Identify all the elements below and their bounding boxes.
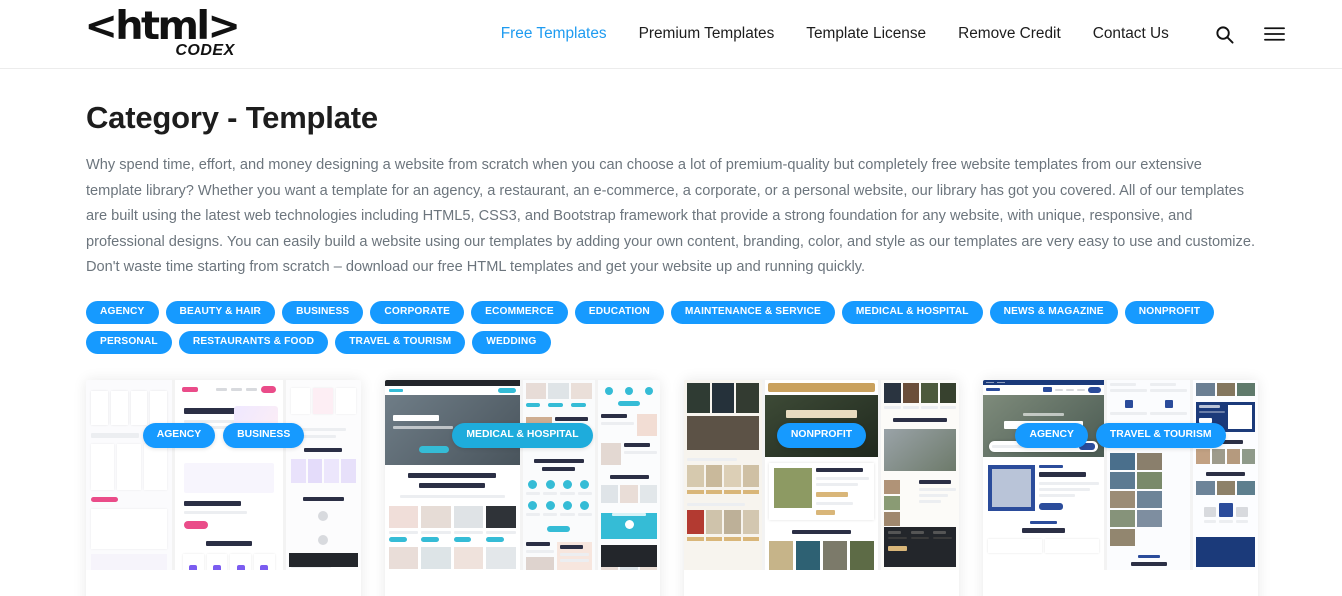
card-badge-travel-tourism[interactable]: TRAVEL & TOURISM bbox=[1095, 422, 1226, 449]
template-card[interactable]: AGENCY TRAVEL & TOURISM Travela – Free T… bbox=[983, 379, 1258, 596]
template-card-grid: AGENCY BUSINESS Mailler – SaaS Business … bbox=[86, 379, 1258, 596]
nav-item-free-templates[interactable]: Free Templates bbox=[485, 25, 623, 43]
card-body: Environs – Environmental & Nature Websit… bbox=[684, 570, 959, 596]
card-badge-medical-hospital[interactable]: MEDICAL & HOSPITAL bbox=[452, 422, 593, 449]
template-card[interactable]: NONPROFIT Environs – Environmental & Nat… bbox=[684, 379, 959, 596]
card-body: Terapia – Physical Therapy Website Templ… bbox=[385, 570, 660, 596]
search-icon[interactable] bbox=[1215, 25, 1234, 44]
card-title: Environs – Environmental & Nature Websit… bbox=[712, 590, 931, 596]
card-title: Mailler – SaaS Business Website Template bbox=[114, 590, 333, 596]
template-thumbnail: AGENCY TRAVEL & TOURISM bbox=[983, 379, 1258, 570]
page-description: Why spend time, effort, and money design… bbox=[86, 157, 1255, 275]
tag-news-magazine[interactable]: NEWS & MAGAZINE bbox=[989, 300, 1118, 324]
card-body: Travela – Free Tourism Website Template bbox=[983, 570, 1258, 596]
thumbnail-artwork bbox=[983, 379, 1258, 570]
tag-personal[interactable]: PERSONAL bbox=[86, 330, 172, 354]
card-badge-agency[interactable]: AGENCY bbox=[142, 422, 216, 449]
tag-maintenance-service[interactable]: MAINTENANCE & SERVICE bbox=[670, 300, 835, 324]
category-tag-list: AGENCY BEAUTY & HAIR BUSINESS CORPORATE … bbox=[86, 300, 1256, 354]
thumbnail-artwork bbox=[86, 379, 361, 570]
card-badge-nonprofit[interactable]: NONPROFIT bbox=[776, 422, 867, 449]
page-content: Category - Template Why spend time, effo… bbox=[0, 100, 1342, 596]
template-thumbnail: AGENCY BUSINESS bbox=[86, 379, 361, 570]
card-badge-group: AGENCY BUSINESS bbox=[86, 422, 361, 449]
template-card[interactable]: AGENCY BUSINESS Mailler – SaaS Business … bbox=[86, 379, 361, 596]
tag-medical-hospital[interactable]: MEDICAL & HOSPITAL bbox=[841, 300, 983, 324]
template-thumbnail: MEDICAL & HOSPITAL bbox=[385, 379, 660, 570]
thumbnail-artwork bbox=[385, 379, 660, 570]
card-title: Travela – Free Tourism Website Template bbox=[1011, 590, 1230, 596]
card-body: Mailler – SaaS Business Website Template bbox=[86, 570, 361, 596]
nav-item-remove-credit[interactable]: Remove Credit bbox=[942, 25, 1077, 43]
tag-beauty-hair[interactable]: BEAUTY & HAIR bbox=[165, 300, 276, 324]
card-badge-business[interactable]: BUSINESS bbox=[223, 422, 305, 449]
hamburger-menu-icon[interactable] bbox=[1263, 26, 1285, 42]
tag-nonprofit[interactable]: NONPROFIT bbox=[1124, 300, 1215, 324]
card-badge-group: MEDICAL & HOSPITAL bbox=[385, 422, 660, 449]
card-title: Terapia – Physical Therapy Website Templ… bbox=[413, 590, 632, 596]
site-header: <html> CODEX Free Templates Premium Temp… bbox=[0, 0, 1342, 69]
main-navigation: Free Templates Premium Templates Templat… bbox=[485, 25, 1185, 43]
thumbnail-artwork bbox=[684, 379, 959, 570]
tag-business[interactable]: BUSINESS bbox=[282, 300, 364, 324]
tag-ecommerce[interactable]: ECOMMERCE bbox=[471, 300, 568, 324]
template-card[interactable]: MEDICAL & HOSPITAL Terapia – Physical Th… bbox=[385, 379, 660, 596]
tag-restaurants-food[interactable]: RESTAURANTS & FOOD bbox=[178, 330, 329, 354]
header-icon-group bbox=[1215, 25, 1285, 44]
logo-main-text: <html> bbox=[84, 4, 240, 49]
nav-item-premium-templates[interactable]: Premium Templates bbox=[623, 25, 791, 43]
tag-travel-tourism[interactable]: TRAVEL & TOURISM bbox=[335, 330, 466, 354]
nav-item-contact-us[interactable]: Contact Us bbox=[1077, 25, 1185, 43]
template-thumbnail: NONPROFIT bbox=[684, 379, 959, 570]
tag-corporate[interactable]: CORPORATE bbox=[370, 300, 465, 324]
page-title: Category - Template bbox=[86, 100, 378, 135]
tag-education[interactable]: EDUCATION bbox=[574, 300, 664, 324]
card-badge-group: AGENCY TRAVEL & TOURISM bbox=[983, 422, 1258, 449]
html-codex-logo[interactable]: <html> CODEX bbox=[84, 4, 240, 59]
tag-wedding[interactable]: WEDDING bbox=[472, 330, 551, 354]
tag-agency[interactable]: AGENCY bbox=[86, 300, 159, 324]
nav-item-template-license[interactable]: Template License bbox=[790, 25, 942, 43]
card-badge-agency[interactable]: AGENCY bbox=[1015, 422, 1088, 449]
card-badge-group: NONPROFIT bbox=[684, 422, 959, 449]
